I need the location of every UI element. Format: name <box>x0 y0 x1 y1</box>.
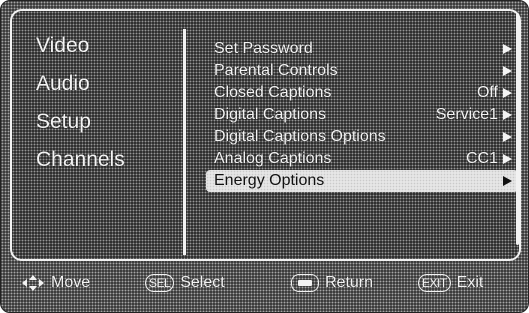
tv-menu-screen: Video Audio Setup Channels Set Password … <box>0 0 529 313</box>
hint-return: Return <box>291 270 373 296</box>
menu-item-parental-controls[interactable]: Parental Controls <box>206 60 518 82</box>
right-arrow-icon <box>503 176 512 186</box>
menu-item-label: Analog Captions <box>214 150 332 167</box>
menu-item-label: Parental Controls <box>214 62 338 79</box>
menu-item-value: Service1 <box>435 106 498 123</box>
hint-select-label: Select <box>180 274 225 291</box>
category-setup[interactable]: Setup <box>36 111 176 132</box>
right-arrow-icon <box>503 110 512 120</box>
menu-divider <box>183 29 186 255</box>
hint-move: Move <box>21 270 90 296</box>
category-channels[interactable]: Channels <box>36 149 176 170</box>
hint-move-label: Move <box>51 274 91 291</box>
menu-item-label: Digital Captions Options <box>214 128 386 145</box>
menu-frame: Video Audio Setup Channels Set Password … <box>10 9 521 261</box>
right-arrow-icon <box>503 154 512 164</box>
hint-exit-label: Exit <box>456 274 484 291</box>
sel-key-icon: SEL <box>145 274 175 292</box>
setup-submenu: Set Password Parental Controls Closed Ca… <box>206 38 518 192</box>
menu-item-value: CC1 <box>465 150 498 167</box>
right-arrow-icon <box>503 66 512 76</box>
menu-item-value: Off <box>476 84 498 101</box>
hint-select: SEL Select <box>145 270 225 296</box>
right-arrow-icon <box>503 44 512 54</box>
remote-hint-bar: Move SEL Select Return EXIT Exit <box>21 270 521 296</box>
menu-item-label: Closed Captions <box>214 84 332 101</box>
menu-item-digital-captions[interactable]: Digital Captions Service1 <box>206 104 518 126</box>
menu-item-label: Digital Captions <box>214 106 327 123</box>
main-category-menu: Video Audio Setup Channels <box>36 35 176 187</box>
right-arrow-icon <box>503 132 512 142</box>
menu-item-label: Set Password <box>214 40 313 57</box>
scrollbar[interactable] <box>516 13 519 245</box>
category-video[interactable]: Video <box>36 35 176 56</box>
menu-item-analog-captions[interactable]: Analog Captions CC1 <box>206 148 518 170</box>
navigation-arrows-icon <box>21 274 45 292</box>
category-audio[interactable]: Audio <box>36 73 176 94</box>
hint-exit: EXIT Exit <box>418 270 483 296</box>
menu-item-energy-options[interactable]: Energy Options <box>206 170 518 192</box>
menu-item-set-password[interactable]: Set Password <box>206 38 518 60</box>
exit-key-icon: EXIT <box>418 274 451 292</box>
right-arrow-icon <box>503 88 512 98</box>
menu-item-closed-captions[interactable]: Closed Captions Off <box>206 82 518 104</box>
return-key-icon <box>291 274 319 292</box>
menu-item-label: Energy Options <box>214 172 325 189</box>
hint-return-label: Return <box>325 274 374 291</box>
menu-item-digital-captions-options[interactable]: Digital Captions Options <box>206 126 518 148</box>
